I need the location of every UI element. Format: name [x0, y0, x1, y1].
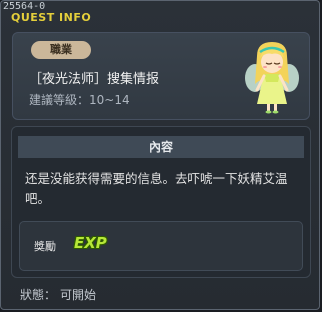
quest-info-window: 25564-0 QUEST INFO 職業 ［夜光法师］搜集情报 建議等級：10…: [0, 0, 320, 310]
quest-status: 狀態： 可開始: [20, 286, 96, 303]
level-label: 建議等級：: [29, 93, 90, 107]
window-title: QUEST INFO: [11, 11, 92, 24]
quest-header-panel: 職業 ［夜光法师］搜集情报 建議等級：10~14: [12, 32, 310, 120]
level-range: 10~14: [89, 93, 130, 107]
reward-label: 獎勵: [34, 240, 56, 253]
fairy-girl-npc-icon: [243, 38, 301, 114]
exp-icon: EXP: [74, 234, 107, 252]
status-label: 狀態：: [20, 288, 57, 302]
quest-description: 还是没能获得需要的信息。去吓唬一下妖精艾温吧。: [25, 171, 288, 206]
reward-box: 獎勵 EXP: [19, 221, 303, 271]
status-value: 可開始: [60, 288, 97, 302]
quest-name: ［夜光法师］搜集情报: [29, 72, 160, 87]
content-panel: 內容 还是没能获得需要的信息。去吓唬一下妖精艾温吧。 獎勵 EXP: [11, 126, 311, 278]
content-header: 內容: [18, 136, 304, 158]
recommended-level: 建議等級：10~14: [29, 91, 130, 108]
job-badge: 職業: [31, 41, 91, 59]
